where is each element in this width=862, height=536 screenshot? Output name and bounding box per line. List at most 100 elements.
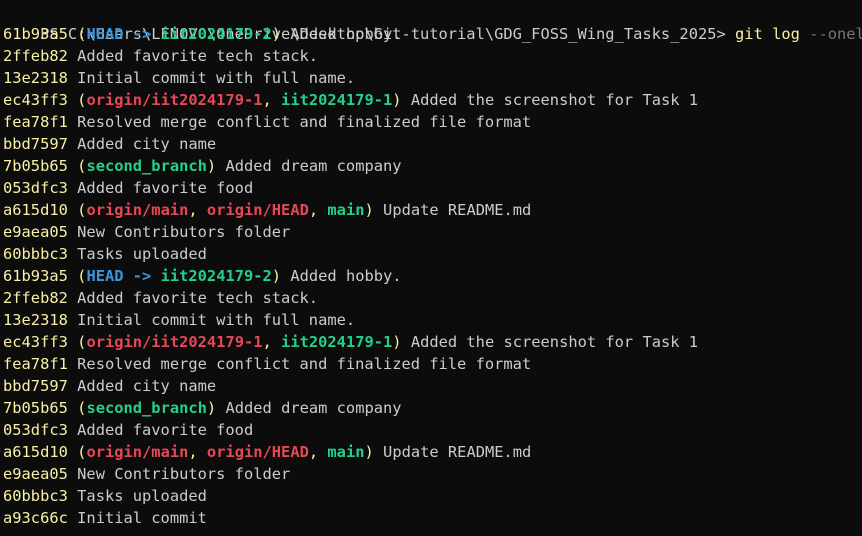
commit-hash: 60bbbc3 [3,245,68,263]
commit-message: Added dream company [225,157,402,175]
ref-local: iit2024179-1 [281,91,393,109]
commit-line: 13e2318 Initial commit with full name. [3,309,862,331]
commit-hash: 2ffeb82 [3,289,68,307]
commit-hash: 7b05b65 [3,399,68,417]
commit-line: bbd7597 Added city name [3,375,862,397]
commit-line: 053dfc3 Added favorite food [3,177,862,199]
commit-hash: ec43ff3 [3,333,68,351]
ref-local: second_branch [86,399,207,417]
ref-local: iit2024179-2 [160,25,272,43]
ref-remote: origin/iit2024179-1 [86,91,263,109]
ref-head: HEAD [86,267,124,285]
commit-message: Added favorite tech stack. [77,289,319,307]
commit-line: e9aea05 New Contributors folder [3,463,862,485]
commit-hash: a93c66c [3,509,68,527]
commit-hash: bbd7597 [3,377,68,395]
ref-remote: origin/iit2024179-1 [86,333,263,351]
ref-separator: -> [123,25,161,43]
ref-separator: -> [123,267,161,285]
refs-close-paren: ) [206,399,217,417]
ref-remote: origin/HEAD [206,201,309,219]
commit-message: Added hobby. [290,25,402,43]
commit-message: Added favorite food [77,421,254,439]
ref-head: HEAD [86,25,124,43]
commit-hash: 053dfc3 [3,421,68,439]
refs-close-paren: ) [392,333,402,351]
commit-message: Initial commit with full name. [77,311,356,329]
refs-close-paren: ) [271,267,282,285]
ref-local: main [327,443,365,461]
commit-hash: a615d10 [3,201,68,219]
ref-separator: , [308,201,328,219]
commit-message: Update README.md [383,201,532,219]
refs-close-paren: ) [392,91,402,109]
commit-line: e9aea05 New Contributors folder [3,221,862,243]
commit-hash: 053dfc3 [3,179,68,197]
commit-line: 2ffeb82 Added favorite tech stack. [3,287,862,309]
commit-line: a93c66c Initial commit [3,507,862,529]
commit-line: 7b05b65 (second_branch) Added dream comp… [3,397,862,419]
commit-hash: e9aea05 [3,223,68,241]
commit-message: Added the screenshot for Task 1 [410,333,699,351]
commit-message: Resolved merge conflict and finalized fi… [77,113,532,131]
commit-hash: 2ffeb82 [3,47,68,65]
commit-message: Tasks uploaded [77,487,207,505]
commit-hash: 7b05b65 [3,157,68,175]
commit-hash: 61b93a5 [3,25,68,43]
commit-line: fea78f1 Resolved merge conflict and fina… [3,111,862,133]
ref-separator: , [262,91,282,109]
commit-line: 2ffeb82 Added favorite tech stack. [3,45,862,67]
commit-hash: a615d10 [3,443,68,461]
command-text: git log [735,25,800,43]
commit-message: New Contributors folder [77,465,291,483]
commit-line: a615d10 (origin/main, origin/HEAD, main)… [3,199,862,221]
commit-message: Added the screenshot for Task 1 [410,91,699,109]
commit-line: 60bbbc3 Tasks uploaded [3,485,862,507]
commit-line: 7b05b65 (second_branch) Added dream comp… [3,155,862,177]
commit-line: 053dfc3 Added favorite food [3,419,862,441]
commit-message: Initial commit with full name. [77,69,356,87]
commit-message: New Contributors folder [77,223,291,241]
ref-local: iit2024179-1 [281,333,393,351]
commit-hash: e9aea05 [3,465,68,483]
commit-line: 60bbbc3 Tasks uploaded [3,243,862,265]
commit-line: ec43ff3 (origin/iit2024179-1, iit2024179… [3,331,862,353]
commit-hash: ec43ff3 [3,91,68,109]
commit-hash: 13e2318 [3,69,68,87]
commit-message: Added city name [77,377,217,395]
commit-message: Update README.md [383,443,532,461]
commit-hash: bbd7597 [3,135,68,153]
commit-message: Resolved merge conflict and finalized fi… [77,355,532,373]
commit-line: bbd7597 Added city name [3,133,862,155]
ref-separator: , [308,443,328,461]
commit-line: 61b93a5 (HEAD -> iit2024179-2) Added hob… [3,265,862,287]
commit-hash: fea78f1 [3,113,68,131]
ref-remote: origin/main [86,201,189,219]
prompt-line: PS C:\Users\LENOVO\OneDrive\Desktop\Git-… [3,1,862,43]
commit-hash: 60bbbc3 [3,487,68,505]
commit-message: Added city name [77,135,217,153]
commit-message: Initial commit [77,509,207,527]
ref-remote: origin/HEAD [206,443,309,461]
commit-message: Added favorite tech stack. [77,47,319,65]
commit-message: Added hobby. [290,267,402,285]
git-log-output: 61b93a5 (HEAD -> iit2024179-2) Added hob… [3,23,862,529]
ref-separator: , [188,443,207,461]
truncated-line [3,529,862,536]
refs-close-paren: ) [364,201,374,219]
commit-hash: 61b93a5 [3,267,68,285]
commit-line: fea78f1 Resolved merge conflict and fina… [3,353,862,375]
refs-close-paren: ) [206,157,217,175]
commit-line: ec43ff3 (origin/iit2024179-1, iit2024179… [3,89,862,111]
ref-local: main [327,201,365,219]
commit-line: 13e2318 Initial commit with full name. [3,67,862,89]
refs-close-paren: ) [271,25,282,43]
ref-remote: origin/main [86,443,189,461]
ref-local: iit2024179-2 [160,267,272,285]
ref-separator: , [188,201,207,219]
commit-message: Added favorite food [77,179,254,197]
refs-close-paren: ) [364,443,374,461]
command-args: --oneline [809,25,862,43]
ref-separator: , [262,333,282,351]
terminal-window[interactable]: PS C:\Users\LENOVO\OneDrive\Desktop\Git-… [0,0,862,536]
